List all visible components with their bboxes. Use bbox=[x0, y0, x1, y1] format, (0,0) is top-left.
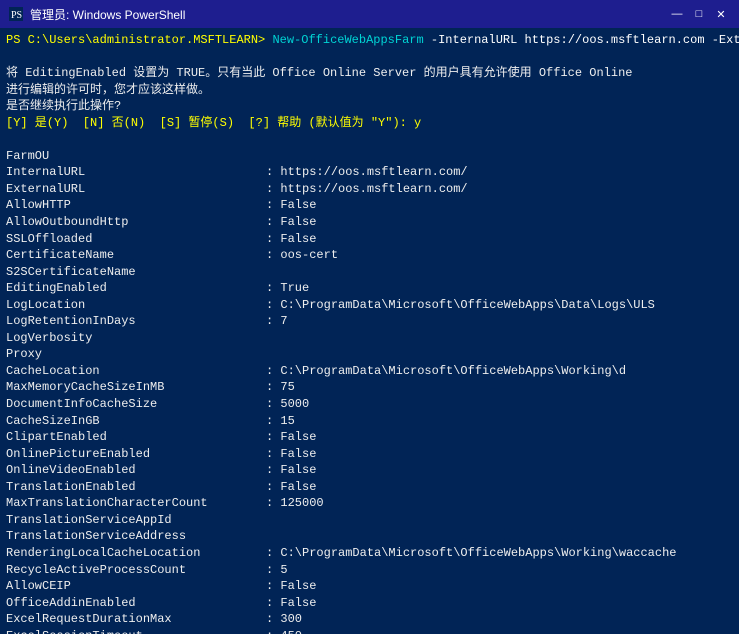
terminal-line: 将 EditingEnabled 设置为 TRUE。只有当此 Office On… bbox=[6, 65, 733, 82]
terminal-line: ExcelRequestDurationMax: 300 bbox=[6, 611, 733, 628]
terminal-line: CacheSizeInGB: 15 bbox=[6, 413, 733, 430]
window-controls: — □ ✕ bbox=[667, 4, 731, 24]
close-button[interactable]: ✕ bbox=[711, 4, 731, 24]
terminal-line: AllowHTTP: False bbox=[6, 197, 733, 214]
minimize-button[interactable]: — bbox=[667, 4, 687, 24]
terminal-line: LogLocation: C:\ProgramData\Microsoft\Of… bbox=[6, 297, 733, 314]
terminal-line: CertificateName: oos-cert bbox=[6, 247, 733, 264]
terminal-line: TranslationEnabled: False bbox=[6, 479, 733, 496]
terminal-line: 进行编辑的许可时，您才应该这样做。 bbox=[6, 82, 733, 99]
terminal-line: DocumentInfoCacheSize: 5000 bbox=[6, 396, 733, 413]
maximize-button[interactable]: □ bbox=[689, 4, 709, 24]
terminal-line: OfficeAddinEnabled: False bbox=[6, 595, 733, 612]
terminal-line: LogVerbosity bbox=[6, 330, 733, 347]
terminal-line: AllowOutboundHttp: False bbox=[6, 214, 733, 231]
app-icon: PS bbox=[8, 6, 24, 22]
terminal-line: TranslationServiceAppId bbox=[6, 512, 733, 529]
title-bar: PS 管理员: Windows PowerShell — □ ✕ bbox=[0, 0, 739, 28]
terminal-line: OnlinePictureEnabled: False bbox=[6, 446, 733, 463]
terminal-line: OnlineVideoEnabled: False bbox=[6, 462, 733, 479]
terminal-line: FarmOU bbox=[6, 148, 733, 165]
terminal-line: RecycleActiveProcessCount: 5 bbox=[6, 562, 733, 579]
terminal-line: SSLOffloaded: False bbox=[6, 231, 733, 248]
terminal-line bbox=[6, 131, 733, 148]
terminal-line: S2SCertificateName bbox=[6, 264, 733, 281]
terminal-line: ClipartEnabled: False bbox=[6, 429, 733, 446]
terminal-line: [Y] 是(Y) [N] 否(N) [S] 暂停(S) [?] 帮助 (默认值为… bbox=[6, 115, 733, 132]
terminal-line: ExternalURL: https://oos.msftlearn.com/ bbox=[6, 181, 733, 198]
terminal-line: TranslationServiceAddress bbox=[6, 528, 733, 545]
terminal-line: AllowCEIP: False bbox=[6, 578, 733, 595]
terminal-line: InternalURL: https://oos.msftlearn.com/ bbox=[6, 164, 733, 181]
terminal-line: ExcelSessionTimeout: 450 bbox=[6, 628, 733, 634]
terminal-line: LogRetentionInDays: 7 bbox=[6, 313, 733, 330]
svg-text:PS: PS bbox=[11, 10, 22, 21]
terminal-output: PS C:\Users\administrator.MSFTLEARN> New… bbox=[0, 28, 739, 634]
terminal-line: CacheLocation: C:\ProgramData\Microsoft\… bbox=[6, 363, 733, 380]
terminal-line: 是否继续执行此操作? bbox=[6, 98, 733, 115]
terminal-line: MaxMemoryCacheSizeInMB: 75 bbox=[6, 379, 733, 396]
terminal-line: MaxTranslationCharacterCount: 125000 bbox=[6, 495, 733, 512]
terminal-line: PS C:\Users\administrator.MSFTLEARN> New… bbox=[6, 32, 733, 49]
window-title: 管理员: Windows PowerShell bbox=[30, 6, 667, 23]
terminal-line: Proxy bbox=[6, 346, 733, 363]
terminal-line bbox=[6, 49, 733, 66]
terminal-line: RenderingLocalCacheLocation: C:\ProgramD… bbox=[6, 545, 733, 562]
terminal-line: EditingEnabled: True bbox=[6, 280, 733, 297]
